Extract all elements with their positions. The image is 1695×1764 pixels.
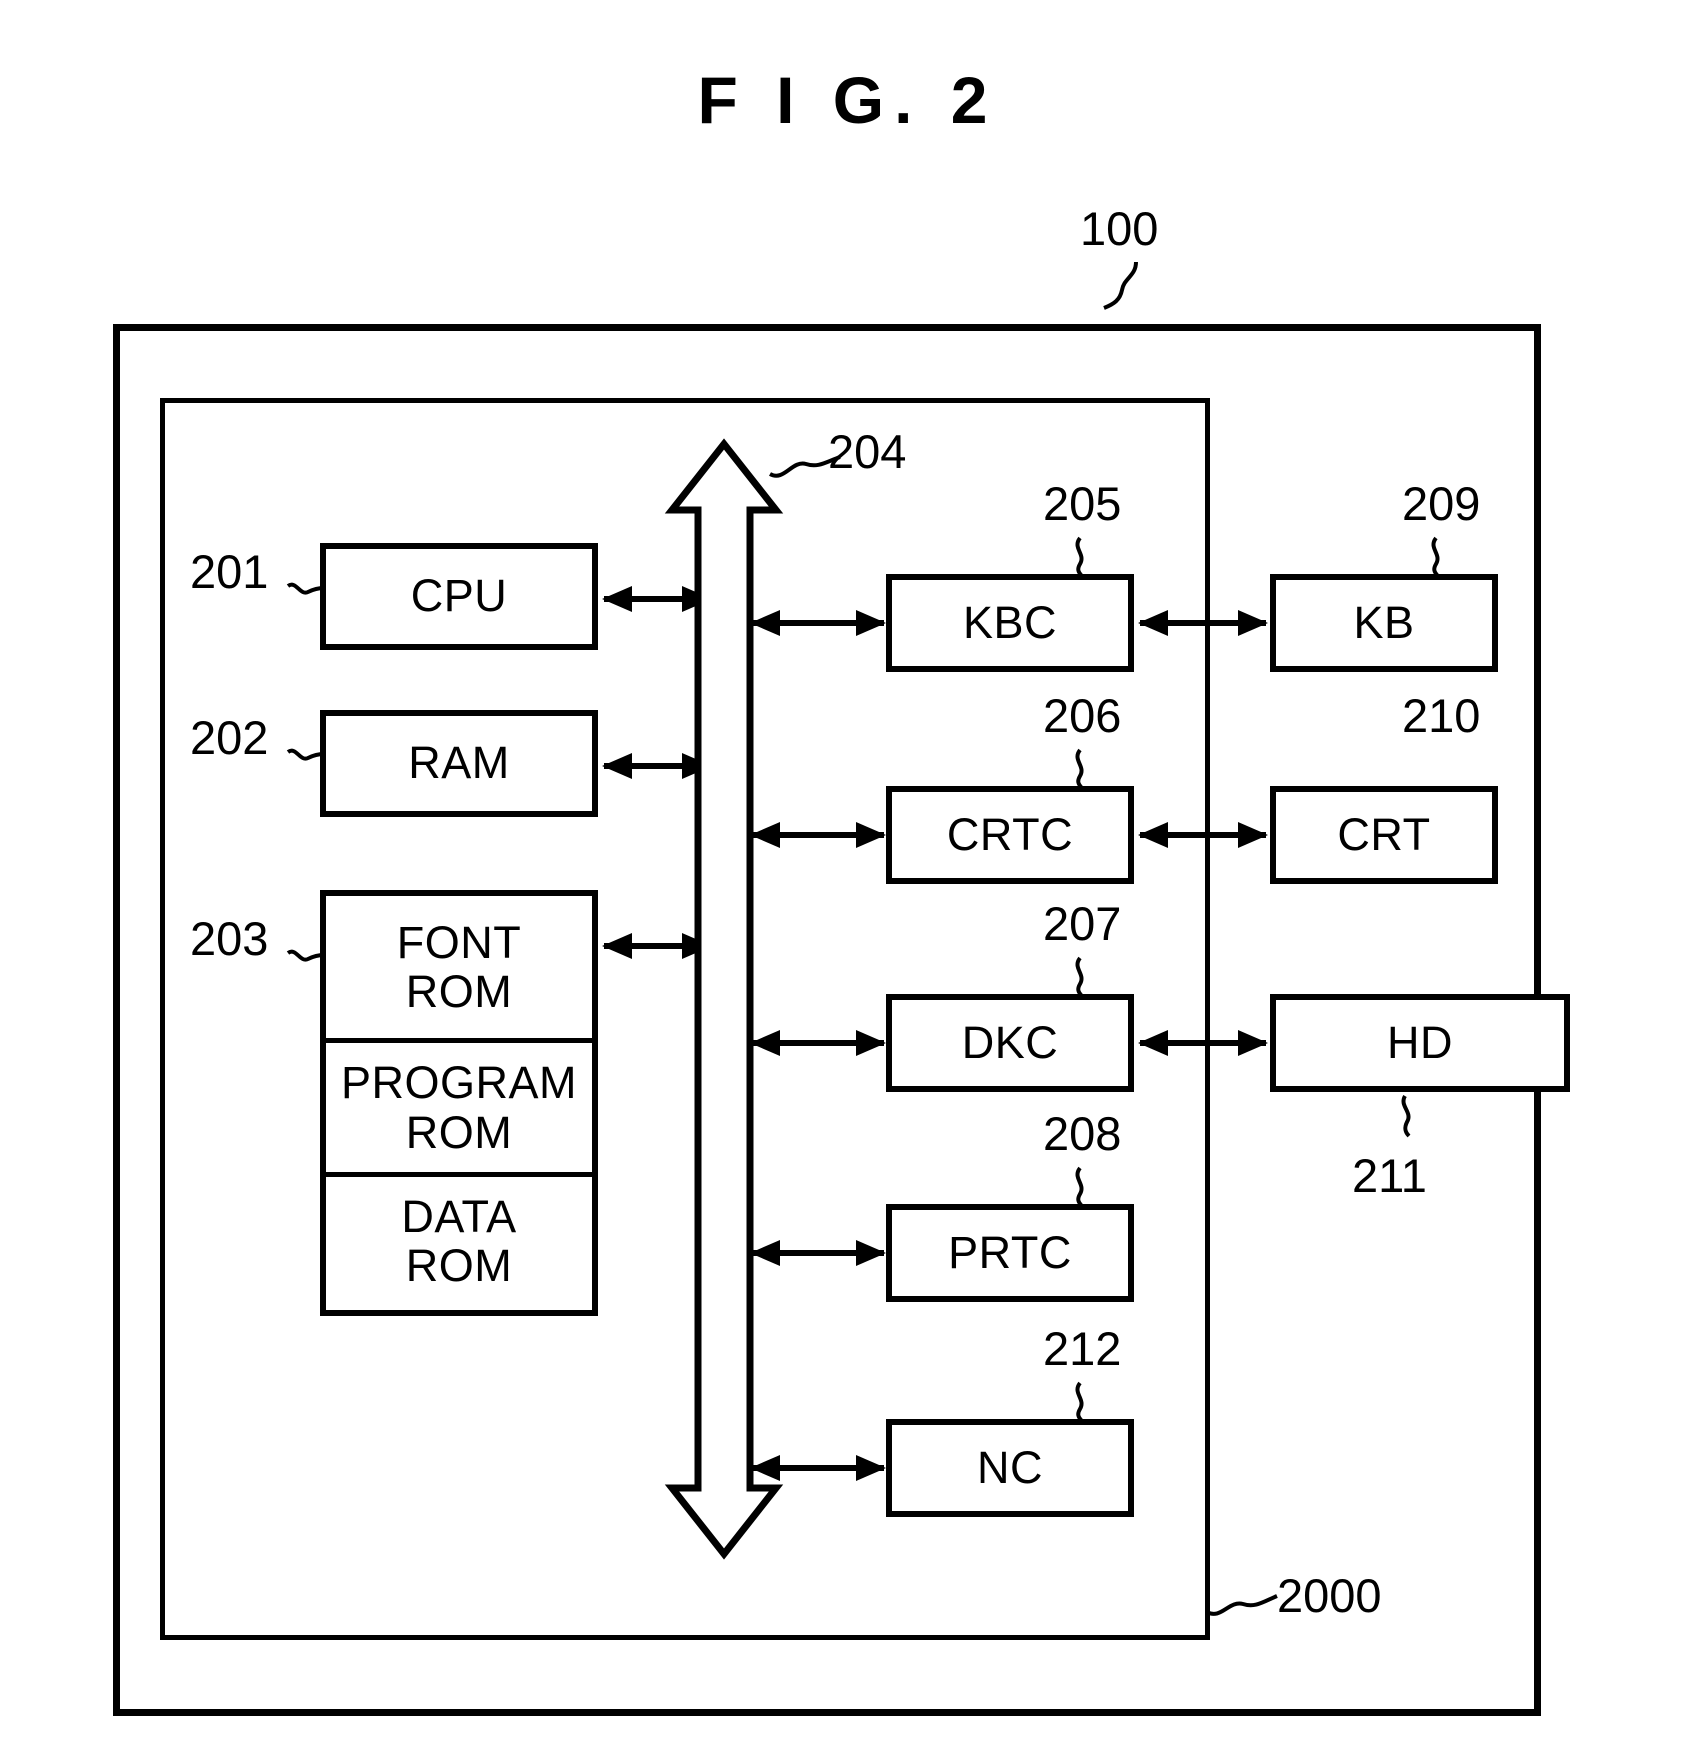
block-prtc: PRTC (886, 1204, 1134, 1302)
block-kbc-label: KBC (962, 596, 1058, 648)
block-kb: KB (1270, 574, 1498, 672)
arrow-bus-nc (750, 1455, 886, 1481)
ref-211-label: 211 (1352, 1149, 1427, 1202)
ref-100-label: 100 (1080, 202, 1159, 255)
block-nc: NC (886, 1419, 1134, 1517)
ref-202-label: 202 (190, 711, 269, 764)
arrow-bus-prtc (750, 1240, 886, 1266)
ref-204-label: 204 (828, 425, 907, 478)
ref-209-leader (1426, 536, 1456, 578)
ref-212-label: 212 (1043, 1322, 1122, 1375)
ref-212-leader (1070, 1381, 1100, 1423)
block-crt: CRT (1270, 786, 1498, 884)
block-rom: FONT ROM PROGRAM ROM DATA ROM (320, 890, 598, 1316)
arrow-bus-kbc (750, 610, 886, 636)
ref-100-leader (1098, 261, 1158, 312)
arrow-dkc-hd (1138, 1030, 1268, 1056)
arrow-kbc-kb (1138, 610, 1268, 636)
figure-title: F I G. 2 (697, 63, 998, 137)
ref-205-leader (1070, 536, 1100, 578)
ref-208-leader (1070, 1166, 1100, 1208)
ref-207-label: 207 (1043, 897, 1122, 950)
ref-211-leader (1397, 1094, 1427, 1138)
block-data-rom-label: DATA ROM (326, 1172, 592, 1305)
block-dkc: DKC (886, 994, 1134, 1092)
block-hd: HD (1270, 994, 1570, 1092)
block-kb-label: KB (1353, 596, 1415, 648)
block-crtc-label: CRTC (946, 808, 1074, 860)
block-crtc: CRTC (886, 786, 1134, 884)
block-prtc-label: PRTC (948, 1226, 1072, 1278)
ref-206-leader (1070, 748, 1100, 790)
block-ram: RAM (320, 710, 598, 817)
ref-210-label: 210 (1402, 689, 1481, 742)
arrow-bus-crtc (750, 822, 886, 848)
arrow-bus-dkc (750, 1030, 886, 1056)
system-bus (664, 438, 784, 1560)
ref-206-label: 206 (1043, 689, 1122, 742)
block-cpu: CPU (320, 543, 598, 650)
ref-2000-label: 2000 (1277, 1569, 1382, 1622)
arrow-crtc-crt (1138, 822, 1268, 848)
block-crt-label: CRT (1337, 808, 1431, 860)
block-dkc-label: DKC (961, 1016, 1059, 1068)
ref-201-label: 201 (190, 545, 269, 598)
ref-208-label: 208 (1043, 1107, 1122, 1160)
block-hd-label: HD (1387, 1016, 1453, 1068)
block-cpu-label: CPU (410, 570, 508, 622)
ref-207-leader (1070, 956, 1100, 998)
ref-203-label: 203 (190, 912, 269, 965)
ref-205-label: 205 (1043, 477, 1122, 530)
ref-209-label: 209 (1402, 477, 1481, 530)
block-ram-label: RAM (408, 737, 510, 789)
block-program-rom-label: PROGRAM ROM (326, 1038, 592, 1172)
block-nc-label: NC (977, 1441, 1043, 1493)
block-kbc: KBC (886, 574, 1134, 672)
figure-page: F I G. 2 100 2000 201 CPU 202 RAM 203 FO… (0, 0, 1695, 1764)
block-font-rom-label: FONT ROM (396, 916, 522, 1017)
